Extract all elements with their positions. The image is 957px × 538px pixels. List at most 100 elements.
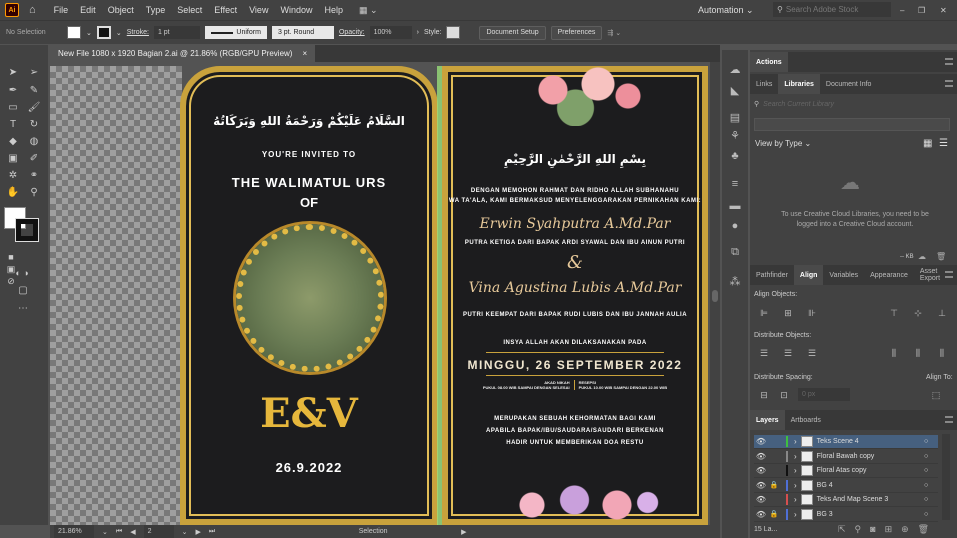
rectangle-tool-icon[interactable]: ▭ — [6, 102, 20, 114]
hand-tool-icon[interactable]: ✋ — [6, 187, 20, 199]
transform-panel-icon[interactable]: ⁂ — [728, 276, 742, 288]
actions-panel-icon[interactable]: ☁ — [728, 64, 742, 76]
grid-view-icon[interactable]: ▦ — [923, 138, 932, 149]
rotate-tool-icon[interactable]: ↻ — [27, 119, 41, 131]
selection-tool-icon[interactable]: ➤ — [6, 67, 20, 79]
tab-links[interactable]: Links — [750, 74, 778, 94]
panel-menu-icon[interactable] — [945, 416, 953, 423]
tab-actions[interactable]: Actions — [750, 52, 788, 72]
artboard-1[interactable]: السَّلَامُ عَلَيْكُمْ وَرَحْمَةُ اللهِ و… — [180, 66, 438, 525]
first-artboard-icon[interactable]: ⏮ — [116, 528, 122, 536]
chevron-down-icon[interactable]: ⌄ — [182, 528, 188, 536]
expand-chevron-icon[interactable]: › — [794, 495, 797, 504]
layer-name[interactable]: Floral Bawah copy — [817, 453, 924, 460]
layer-row[interactable]: 👁 › Teks Scene 4 ○ — [754, 435, 938, 449]
chevron-down-icon[interactable]: ⌄ — [102, 528, 108, 536]
type-tool-icon[interactable]: T — [6, 119, 20, 131]
visibility-eye-icon[interactable]: 👁 — [754, 510, 768, 519]
align-vcenter-icon[interactable]: ⊹ — [912, 308, 924, 318]
stroke-color[interactable] — [15, 218, 39, 242]
layer-row[interactable]: 👁 › Floral Atas copy ○ — [754, 464, 938, 478]
screen-mode-icon[interactable]: ▢ — [16, 285, 30, 297]
delete-layer-icon[interactable]: 🗑 — [918, 524, 929, 535]
minimize-button[interactable]: – — [900, 6, 904, 15]
menu-object[interactable]: Object — [102, 5, 140, 15]
gradient-tool-icon[interactable]: ▣ — [6, 153, 20, 165]
variable-width-profile[interactable]: Uniform — [204, 26, 267, 39]
vertical-scrollbar[interactable] — [710, 62, 720, 525]
expand-chevron-icon[interactable]: › — [794, 466, 797, 475]
close-window-button[interactable]: ✕ — [940, 6, 947, 15]
library-dropdown[interactable] — [754, 118, 950, 131]
panel-menu-icon[interactable] — [945, 58, 953, 65]
target-circle-icon[interactable]: ○ — [924, 496, 938, 503]
align-right-icon[interactable]: ⊪ — [806, 308, 818, 318]
zoom-level[interactable]: 21.86% — [54, 525, 94, 538]
target-circle-icon[interactable]: ○ — [924, 511, 938, 518]
menu-effect[interactable]: Effect — [208, 5, 243, 15]
stock-search[interactable]: ⚲ Search Adobe Stock — [773, 2, 891, 17]
blend-tool-icon[interactable]: ⚭ — [27, 170, 41, 182]
spacing-input[interactable]: 0 px — [798, 388, 850, 401]
previous-artboard-icon[interactable]: ◀ — [130, 528, 135, 536]
new-layer-icon[interactable]: ⊕ — [901, 524, 909, 535]
fill-swatch[interactable] — [67, 26, 81, 39]
color-mode-icon[interactable]: ■ ▣ ⊘ — [4, 251, 18, 286]
layer-name[interactable]: BG 4 — [817, 482, 924, 489]
stroke-label[interactable]: Stroke: — [127, 29, 149, 36]
tab-artboards[interactable]: Artboards — [785, 410, 827, 430]
menu-edit[interactable]: Edit — [74, 5, 102, 15]
expand-chevron-icon[interactable]: › — [794, 481, 797, 490]
eraser-icon[interactable]: ◆ — [6, 136, 20, 148]
tab-document-info[interactable]: Document Info — [820, 74, 878, 94]
brushes-panel-icon[interactable]: ⚘ — [728, 130, 742, 142]
align-bottom-icon[interactable]: ⊥ — [936, 308, 948, 318]
menu-select[interactable]: Select — [171, 5, 208, 15]
trash-icon[interactable]: 🗑 — [936, 252, 946, 261]
locate-object-icon[interactable]: ⚲ — [855, 524, 862, 535]
home-icon[interactable]: ⌂ — [29, 4, 36, 16]
chevron-down-icon[interactable]: ⌄ — [86, 29, 92, 37]
artboard-number[interactable]: 2 — [143, 525, 174, 538]
align-left-icon[interactable]: ⊫ — [758, 308, 770, 318]
close-tab-icon[interactable]: × — [302, 49, 307, 58]
appearance-panel-icon[interactable]: ● — [728, 220, 742, 232]
visibility-eye-icon[interactable]: 👁 — [754, 452, 768, 461]
stroke-panel-icon[interactable]: ≡ — [728, 178, 742, 190]
warp-tool-icon[interactable]: ◍ — [27, 136, 41, 148]
distribute-vcenter-icon[interactable]: ☰ — [782, 348, 794, 358]
list-view-icon[interactable]: ☰ — [939, 138, 948, 149]
symbol-sprayer-icon[interactable]: ✲ — [6, 170, 20, 182]
chevron-down-icon[interactable]: ⌄ — [116, 29, 122, 37]
align-hcenter-icon[interactable]: ⊞ — [782, 308, 794, 318]
transparency-panel-icon[interactable]: ▬ — [728, 200, 742, 212]
opacity-input[interactable]: 100% — [369, 26, 412, 39]
target-circle-icon[interactable]: ○ — [924, 453, 938, 460]
menu-help[interactable]: Help — [318, 5, 349, 15]
lock-icon[interactable]: 🔒 — [768, 481, 780, 489]
document-tab[interactable]: New File 1080 x 1920 Bagian 2.ai @ 21.86… — [50, 45, 316, 62]
target-circle-icon[interactable]: ○ — [924, 438, 938, 445]
distribute-bottom-icon[interactable]: ☰ — [806, 348, 818, 358]
draw-mode-icon[interactable]: ◐ ◑ — [4, 267, 40, 279]
layer-row[interactable]: 👁 › Teks And Map Scene 3 ○ — [754, 493, 938, 507]
canvas[interactable]: السَّلَامُ عَلَيْكُمْ وَرَحْمَةُ اللهِ و… — [50, 62, 710, 525]
layer-row[interactable]: 👁 🔒 › BG 4 ○ — [754, 479, 938, 493]
menu-type[interactable]: Type — [140, 5, 172, 15]
visibility-eye-icon[interactable]: 👁 — [754, 437, 768, 446]
symbols-panel-icon[interactable]: ♣ — [728, 150, 742, 162]
tab-pathfinder[interactable]: Pathfinder — [750, 265, 794, 285]
arrange-icon[interactable]: ⇶ ⌄ — [607, 29, 621, 37]
preferences-button[interactable]: Preferences — [550, 25, 603, 40]
eyedropper-icon[interactable]: ✐ — [27, 153, 41, 165]
menu-file[interactable]: File — [48, 5, 75, 15]
visibility-eye-icon[interactable]: 👁 — [754, 495, 768, 504]
layer-row[interactable]: 👁 › Floral Bawah copy ○ — [754, 450, 938, 464]
next-artboard-icon[interactable]: ▶ — [195, 528, 200, 536]
chevron-right-icon[interactable]: › — [417, 29, 419, 36]
layer-name[interactable]: Floral Atas copy — [817, 467, 924, 474]
opacity-label[interactable]: Opacity: — [339, 29, 365, 36]
layer-name[interactable]: Teks And Map Scene 3 — [817, 496, 924, 503]
expand-chevron-icon[interactable]: › — [794, 437, 797, 446]
panel-menu-icon[interactable] — [945, 271, 953, 278]
